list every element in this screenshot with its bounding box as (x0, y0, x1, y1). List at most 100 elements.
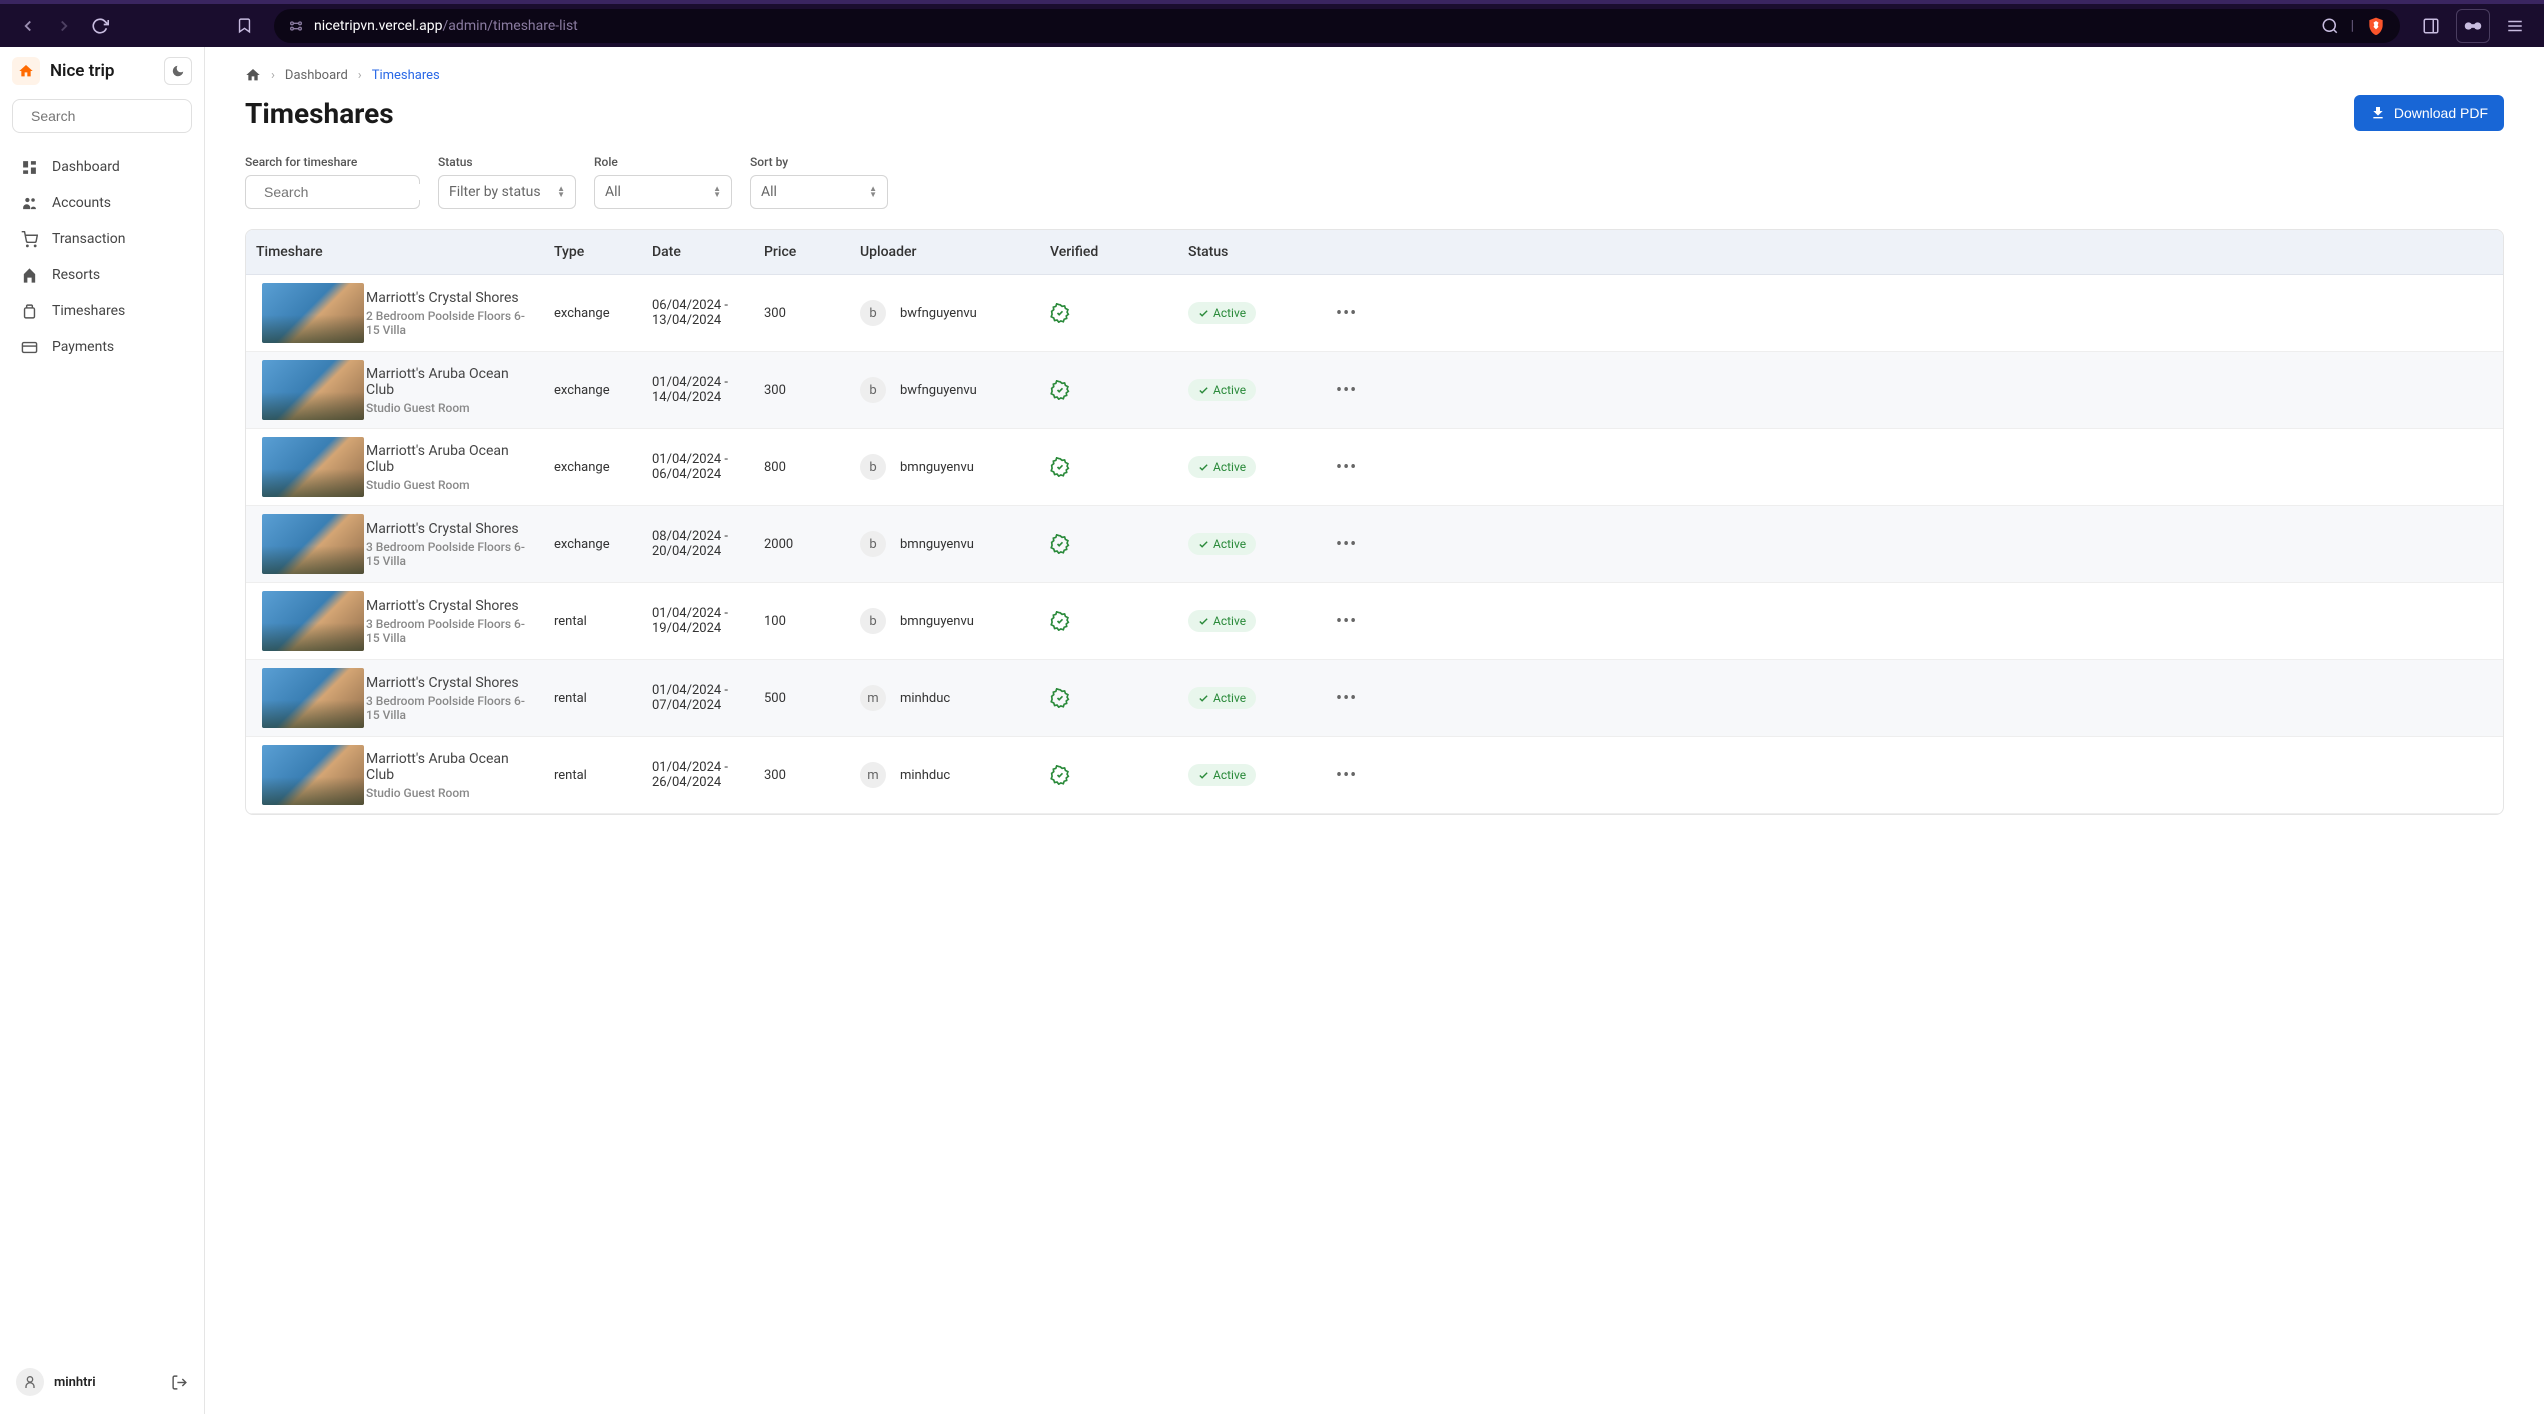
timeshare-thumbnail (262, 591, 364, 651)
verified-icon (1050, 534, 1168, 554)
table-row[interactable]: Marriott's Aruba Ocean Club Studio Guest… (246, 429, 2503, 506)
filter-role-select[interactable]: All ▲▼ (594, 175, 732, 209)
col-timeshare: Timeshare (246, 244, 544, 260)
select-arrows-icon: ▲▼ (869, 186, 877, 198)
timeshare-thumbnail (262, 668, 364, 728)
zoom-icon[interactable] (2321, 17, 2339, 35)
row-actions-button[interactable]: ••• (1336, 611, 1357, 632)
url-path: /admin/timeshare-list (443, 18, 578, 34)
sidebar-item-payments[interactable]: Payments (12, 329, 192, 365)
table-row[interactable]: Marriott's Aruba Ocean Club Studio Guest… (246, 737, 2503, 814)
breadcrumb: › Dashboard › Timeshares (245, 67, 2504, 83)
uploader-avatar: b (860, 454, 886, 480)
browser-menu-button[interactable] (2498, 9, 2532, 43)
sidebar-item-resorts[interactable]: Resorts (12, 257, 192, 293)
table-row[interactable]: Marriott's Crystal Shores 3 Bedroom Pool… (246, 583, 2503, 660)
filter-search-label: Search for timeshare (245, 155, 420, 169)
download-icon (2370, 105, 2386, 121)
uploader-name: minhduc (900, 691, 950, 706)
status-badge: Active (1188, 302, 1256, 324)
uploader-avatar: b (860, 377, 886, 403)
filter-search-input[interactable] (245, 175, 420, 209)
check-icon (1198, 308, 1209, 319)
sidebar-search-input[interactable] (31, 108, 212, 124)
logout-button[interactable] (171, 1374, 188, 1391)
uploader-name: minhduc (900, 768, 950, 783)
timeshare-date: 06/04/2024 - 13/04/2024 (642, 298, 754, 328)
browser-reader-button[interactable] (2456, 9, 2490, 43)
moon-icon (171, 64, 185, 78)
sidebar-item-accounts[interactable]: Accounts (12, 185, 192, 221)
brand-name: Nice trip (50, 61, 115, 81)
row-actions-button[interactable]: ••• (1336, 765, 1357, 786)
uploader-avatar: b (860, 531, 886, 557)
timeshare-name: Marriott's Aruba Ocean Club (366, 366, 534, 398)
status-badge: Active (1188, 687, 1256, 709)
filter-status-select[interactable]: Filter by status ▲▼ (438, 175, 576, 209)
timeshare-price: 300 (754, 383, 850, 398)
uploader-cell: m minhduc (860, 762, 1030, 788)
filters-row: Search for timeshare Status Filter by st… (245, 155, 2504, 209)
chevron-right-icon: › (358, 68, 362, 83)
row-actions-button[interactable]: ••• (1336, 303, 1357, 324)
timeshare-name: Marriott's Aruba Ocean Club (366, 751, 534, 783)
row-actions-button[interactable]: ••• (1336, 534, 1357, 555)
check-icon (1198, 616, 1209, 627)
table-header: Timeshare Type Date Price Uploader Verif… (246, 230, 2503, 275)
uploader-cell: b bwfnguyenvu (860, 377, 1030, 403)
browser-sidebar-button[interactable] (2414, 9, 2448, 43)
table-row[interactable]: Marriott's Crystal Shores 3 Bedroom Pool… (246, 506, 2503, 583)
uploader-avatar: m (860, 685, 886, 711)
home-icon[interactable] (245, 67, 261, 83)
sidebar-item-transaction[interactable]: Transaction (12, 221, 192, 257)
sidebar-item-label: Transaction (52, 231, 126, 247)
status-badge: Active (1188, 533, 1256, 555)
breadcrumb-dashboard[interactable]: Dashboard (285, 68, 348, 83)
table-row[interactable]: Marriott's Crystal Shores 2 Bedroom Pool… (246, 275, 2503, 352)
sidebar-item-dashboard[interactable]: Dashboard (12, 149, 192, 185)
page-title: Timeshares (245, 97, 394, 130)
brave-shields-icon[interactable] (2366, 16, 2386, 36)
col-uploader: Uploader (850, 244, 1040, 260)
row-actions-button[interactable]: ••• (1336, 688, 1357, 709)
sidebar-item-label: Resorts (52, 267, 100, 283)
table-row[interactable]: Marriott's Aruba Ocean Club Studio Guest… (246, 352, 2503, 429)
timeshare-type: rental (544, 691, 642, 706)
table-row[interactable]: Marriott's Crystal Shores 3 Bedroom Pool… (246, 660, 2503, 737)
timeshare-type: exchange (544, 306, 642, 321)
timeshare-price: 100 (754, 614, 850, 629)
browser-forward-button[interactable] (48, 10, 80, 42)
sidebar-item-timeshares[interactable]: Timeshares (12, 293, 192, 329)
filter-sort-select[interactable]: All ▲▼ (750, 175, 888, 209)
verified-icon (1050, 457, 1168, 477)
uploader-avatar: b (860, 608, 886, 634)
filter-role-label: Role (594, 155, 732, 169)
timeshare-thumbnail (262, 745, 364, 805)
theme-toggle-button[interactable] (164, 57, 192, 85)
col-verified: Verified (1040, 244, 1178, 260)
sidebar-item-label: Dashboard (52, 159, 120, 175)
timeshare-name: Marriott's Crystal Shores (366, 598, 534, 614)
site-settings-icon (288, 18, 304, 34)
sidebar-search[interactable] (12, 99, 192, 133)
payments-icon (20, 339, 38, 356)
row-actions-button[interactable]: ••• (1336, 457, 1357, 478)
check-icon (1198, 770, 1209, 781)
download-pdf-button[interactable]: Download PDF (2354, 95, 2504, 131)
timeshare-type: exchange (544, 383, 642, 398)
user-avatar[interactable] (16, 1368, 44, 1396)
timeshare-price: 800 (754, 460, 850, 475)
select-arrows-icon: ▲▼ (557, 186, 565, 198)
col-price: Price (754, 244, 850, 260)
browser-back-button[interactable] (12, 10, 44, 42)
row-actions-button[interactable]: ••• (1336, 380, 1357, 401)
brand-icon (12, 57, 40, 85)
timeshare-type: rental (544, 614, 642, 629)
browser-url-bar[interactable]: nicetripvn.vercel.app/admin/timeshare-li… (274, 9, 2400, 43)
timeshare-date: 01/04/2024 - 06/04/2024 (642, 452, 754, 482)
timeshare-thumbnail (262, 514, 364, 574)
browser-reload-button[interactable] (84, 10, 116, 42)
browser-bookmark-button[interactable] (228, 10, 260, 42)
timeshare-subtitle: Studio Guest Room (366, 401, 534, 415)
url-host: nicetripvn.vercel.app (314, 18, 443, 34)
